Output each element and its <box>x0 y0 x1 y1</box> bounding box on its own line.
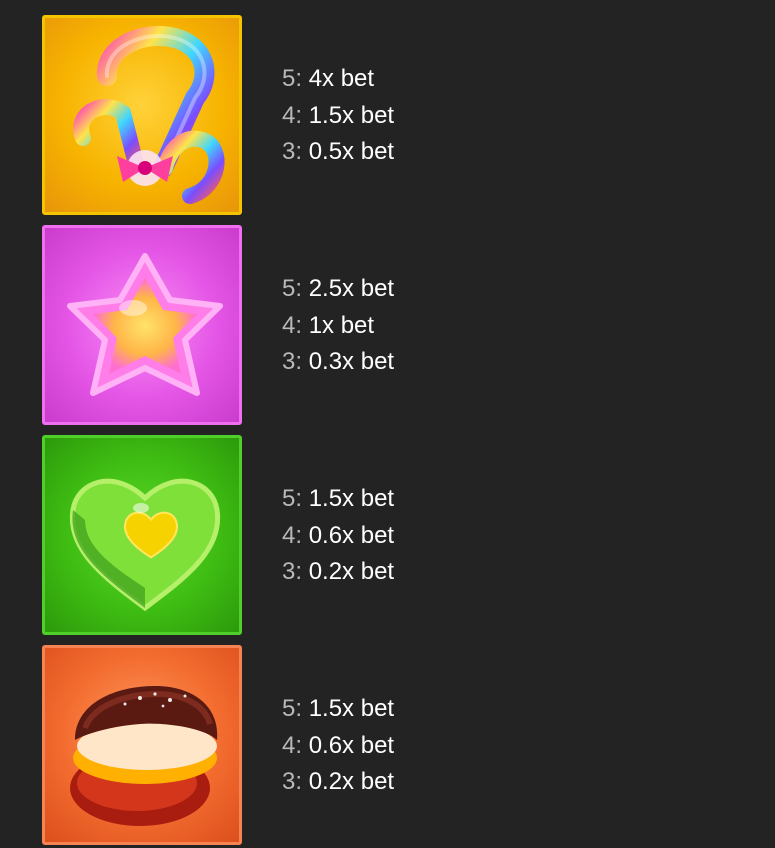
candy-cane-graphic <box>73 25 225 204</box>
candy-cane-symbol-icon <box>42 15 242 215</box>
pink-star-graphic <box>67 253 223 396</box>
symbol-count: 5: <box>282 275 303 302</box>
pink-star-jelly-symbol-icon <box>42 225 242 425</box>
symbol-count: 4: <box>282 311 303 339</box>
symbol-count: 5: <box>282 695 303 722</box>
paytable-row-pink-star: 5: 2.5x bet 4: 1x bet 3: 0.3x bet <box>42 225 642 425</box>
payout-value: 4x bet <box>308 65 375 92</box>
green-heart-jelly-symbol-icon <box>42 435 242 635</box>
symbol-count: 3: <box>282 138 303 165</box>
symbol-count: 5: <box>282 485 303 512</box>
paytable-row-macaron: 5: 1.5x bet 4: 0.6x bet 3: 0.2x bet <box>42 645 642 845</box>
payout-line: 3: 0.3x bet <box>282 344 394 381</box>
payout-value: 0.5x bet <box>308 138 395 165</box>
payout-value: 0.2x bet <box>308 768 395 795</box>
payout-value: 1.5x bet <box>308 101 395 129</box>
payout-line: 4: 1x bet <box>282 308 394 345</box>
payout-value: 0.2x bet <box>308 558 395 585</box>
symbol-count: 3: <box>282 348 303 375</box>
payout-list: 5: 1.5x bet 4: 0.6x bet 3: 0.2x bet <box>282 691 394 801</box>
symbol-count: 4: <box>282 521 303 549</box>
symbol-count: 3: <box>282 558 303 585</box>
paytable-row-green-heart: 5: 1.5x bet 4: 0.6x bet 3: 0.2x bet <box>42 435 642 635</box>
payout-value: 1.5x bet <box>308 695 395 722</box>
paytable-row-candy-cane: 5: 4x bet 4: 1.5x bet 3: 0.5x bet <box>42 15 642 215</box>
payout-value: 0.6x bet <box>308 731 395 759</box>
payout-value: 2.5x bet <box>308 275 395 302</box>
payout-line: 4: 0.6x bet <box>282 728 394 765</box>
payout-line: 5: 2.5x bet <box>282 271 394 308</box>
payout-line: 4: 1.5x bet <box>282 98 394 135</box>
payout-list: 5: 1.5x bet 4: 0.6x bet 3: 0.2x bet <box>282 481 394 591</box>
payout-value: 1x bet <box>308 311 375 339</box>
macaron-symbol-icon <box>42 645 242 845</box>
symbol-count: 4: <box>282 731 303 759</box>
payout-list: 5: 4x bet 4: 1.5x bet 3: 0.5x bet <box>282 61 394 171</box>
payout-value: 0.6x bet <box>308 521 395 549</box>
payout-value: 0.3x bet <box>308 348 395 375</box>
green-heart-graphic <box>69 478 221 612</box>
symbol-count: 5: <box>282 65 303 92</box>
payout-line: 3: 0.5x bet <box>282 134 394 171</box>
symbol-count: 4: <box>282 101 303 129</box>
symbol-count: 3: <box>282 768 303 795</box>
macaron-graphic <box>70 686 218 826</box>
payout-line: 5: 1.5x bet <box>282 691 394 728</box>
payout-line: 4: 0.6x bet <box>282 518 394 555</box>
payout-line: 3: 0.2x bet <box>282 764 394 801</box>
payout-value: 1.5x bet <box>308 485 395 512</box>
payout-line: 3: 0.2x bet <box>282 554 394 591</box>
payout-list: 5: 2.5x bet 4: 1x bet 3: 0.3x bet <box>282 271 394 381</box>
payout-line: 5: 4x bet <box>282 61 394 98</box>
payout-line: 5: 1.5x bet <box>282 481 394 518</box>
